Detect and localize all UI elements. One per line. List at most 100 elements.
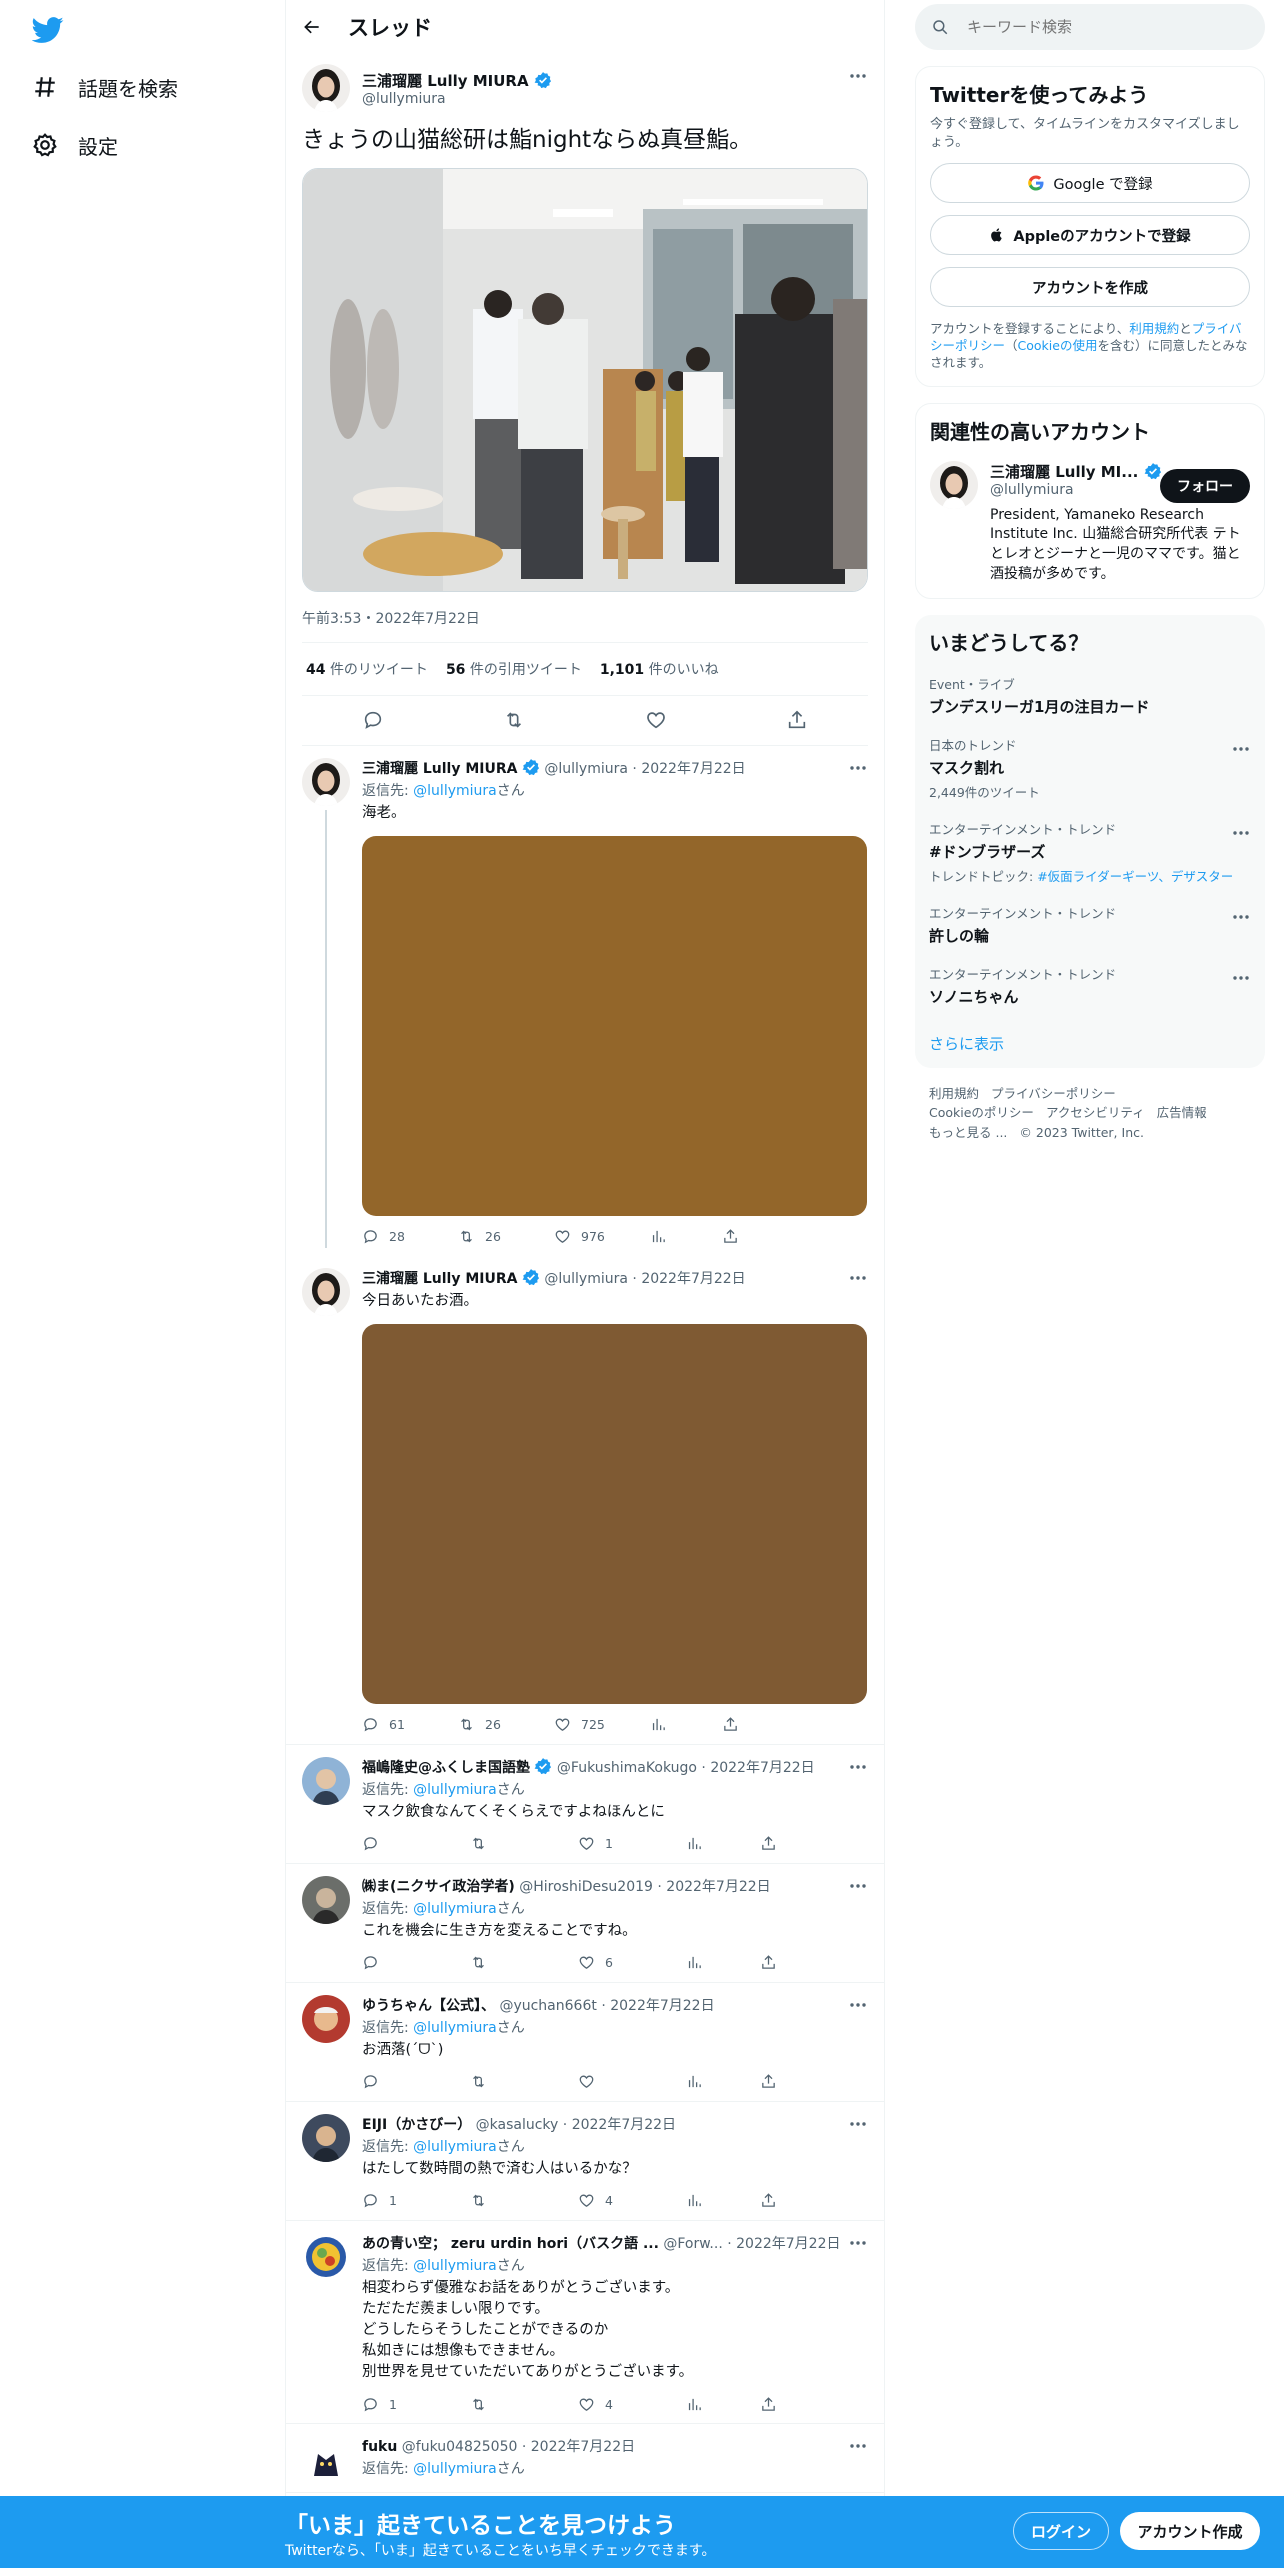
analytics-button[interactable] (650, 1228, 722, 1245)
quote-count[interactable]: 56 件の引用ツイート (446, 659, 582, 679)
trend-item[interactable]: Event・ライブ ブンデスリーガ1月の注目カード (929, 674, 1251, 717)
analytics-button[interactable] (686, 2396, 760, 2413)
author-handle[interactable]: @lullymiura (544, 761, 628, 777)
retweet-button[interactable] (470, 2396, 578, 2413)
like-button[interactable]: 976 (554, 1228, 650, 1245)
search-box[interactable] (915, 4, 1265, 50)
cookie-link[interactable]: Cookieの使用 (1018, 338, 1098, 353)
author-name[interactable]: 三浦瑠麗 Lully MIURA (362, 761, 517, 777)
twitter-logo-icon[interactable] (32, 14, 64, 46)
reply-to-link[interactable]: @lullymiura (413, 2020, 497, 2036)
reply-tweet[interactable]: EIJI（かさびー） @kasalucky · 2022年7月22日 返信先: … (286, 2102, 884, 2221)
author-handle[interactable]: @lullymiura (362, 91, 552, 107)
like-button[interactable]: 6 (578, 1954, 686, 1971)
author-handle[interactable]: @Forw... (663, 2236, 722, 2252)
more-options-icon[interactable] (1231, 739, 1251, 759)
more-options-icon[interactable] (1231, 968, 1251, 988)
reply-tweet[interactable]: 福嶋隆史@ふくしま国語塾 @FukushimaKokugo · 2022年7月2… (286, 1745, 884, 1864)
retweet-button[interactable] (470, 2073, 578, 2090)
more-options-icon[interactable] (848, 2114, 868, 2134)
reply-button[interactable]: 1 (362, 2192, 470, 2209)
reply-button[interactable] (362, 1954, 470, 1971)
author-name[interactable]: 三浦瑠麗 Lully MIURA (362, 72, 529, 90)
more-options-icon[interactable] (848, 1757, 868, 1777)
nav-explore[interactable]: 話題を検索 (32, 67, 178, 107)
trend-item[interactable]: エンターテインメント・トレンド 許しの輪 (929, 903, 1251, 946)
more-options-icon[interactable] (848, 1268, 868, 1288)
author-name[interactable]: ㈱ま(ニクサイ政治学者) (362, 1879, 515, 1895)
avatar[interactable] (302, 2232, 350, 2281)
share-button[interactable] (760, 2073, 856, 2090)
related-name[interactable]: 三浦瑠麗 Lully MI... (990, 463, 1138, 481)
like-button[interactable]: 725 (554, 1716, 650, 1733)
reply-to-link[interactable]: @lullymiura (413, 783, 497, 799)
reply-to-link[interactable]: @lullymiura (413, 2258, 497, 2274)
footer-accessibility[interactable]: アクセシビリティ (1046, 1105, 1145, 1120)
avatar[interactable] (302, 2436, 350, 2485)
reply-button[interactable] (362, 2073, 470, 2090)
avatar[interactable] (302, 1994, 350, 2043)
analytics-button[interactable] (686, 1835, 760, 1852)
share-button[interactable] (760, 1835, 856, 1852)
author-name[interactable]: ゆうちゃん【公式】、 (362, 1998, 495, 2014)
apple-signup-button[interactable]: Appleのアカウントで登録 (930, 215, 1250, 256)
back-arrow-icon[interactable] (302, 17, 322, 37)
author-handle[interactable]: @lullymiura (544, 1271, 628, 1287)
trend-item[interactable]: エンターテインメント・トレンド ソノニちゃん (929, 964, 1251, 1007)
retweet-button[interactable]: 26 (458, 1716, 554, 1733)
tweet-photo[interactable] (362, 835, 867, 1216)
reply-to-link[interactable]: @lullymiura (413, 1901, 497, 1917)
retweet-count[interactable]: 44 件のリツイート (306, 659, 428, 679)
reply-button[interactable]: 61 (362, 1716, 458, 1733)
footer-terms[interactable]: 利用規約 (929, 1086, 979, 1101)
author-name[interactable]: EIJI（かさびー） (362, 2117, 471, 2133)
reply-to-link[interactable]: @lullymiura (413, 2461, 497, 2477)
reply-tweet[interactable]: ゆうちゃん【公式】、 @yuchan666t · 2022年7月22日 返信先:… (286, 1983, 884, 2102)
like-button[interactable]: 4 (578, 2192, 686, 2209)
tweet-date[interactable]: 2022年7月22日 (572, 2117, 676, 2133)
author-name[interactable]: 三浦瑠麗 Lully MIURA (362, 1271, 517, 1287)
author-handle[interactable]: @yuchan666t (499, 1998, 596, 2014)
tweet-photo[interactable] (302, 167, 868, 592)
like-button[interactable]: 4 (578, 2396, 686, 2413)
more-options-icon[interactable] (848, 66, 868, 86)
like-count[interactable]: 1,101 件のいいね (600, 659, 719, 679)
footer-cookie[interactable]: Cookieのポリシー (929, 1105, 1034, 1120)
avatar[interactable] (930, 460, 978, 509)
reply-button[interactable]: 28 (362, 1228, 458, 1245)
author-name[interactable]: あの青い空； zeru urdin hori（バスク語 ... (362, 2236, 659, 2252)
trend-topic-link[interactable]: #仮面ライダーギーツ、デザスター (1037, 869, 1233, 884)
signup-button[interactable]: アカウント作成 (1120, 2512, 1260, 2550)
tweet-date[interactable]: 2022年7月22日 (666, 1879, 770, 1895)
tweet-date[interactable]: 2022年7月22日 (641, 1271, 745, 1287)
author-handle[interactable]: @kasalucky (476, 2117, 559, 2133)
reply-tweet[interactable]: あの青い空； zeru urdin hori（バスク語 ... @Forw...… (286, 2221, 884, 2425)
retweet-button[interactable] (470, 1954, 578, 1971)
author-handle[interactable]: @fuku04825050 (402, 2439, 518, 2455)
reply-tweet[interactable]: fuku @fuku04825050 · 2022年7月22日 返信先: @lu… (286, 2424, 884, 2494)
author-name[interactable]: 福嶋隆史@ふくしま国語塾 (362, 1760, 530, 1776)
terms-link[interactable]: 利用規約 (1129, 321, 1179, 336)
analytics-button[interactable] (686, 1954, 760, 1971)
like-button[interactable] (578, 2073, 686, 2090)
tweet-photo[interactable] (362, 1323, 867, 1704)
share-icon[interactable] (786, 709, 808, 731)
avatar[interactable] (302, 1267, 350, 1316)
show-more-link[interactable]: さらに表示 (929, 1033, 1251, 1054)
author-name[interactable]: fuku (362, 2439, 397, 2455)
reply-icon[interactable] (362, 709, 384, 731)
thread-tweet[interactable]: 三浦瑠麗 Lully MIURA @lullymiura · 2022年7月22… (286, 1256, 884, 1745)
tweet-date[interactable]: 2022年7月22日 (710, 1760, 814, 1776)
reply-tweet[interactable]: ㈱ま(ニクサイ政治学者) @HiroshiDesu2019 · 2022年7月2… (286, 1864, 884, 1983)
like-icon[interactable] (645, 709, 667, 731)
retweet-icon[interactable] (503, 709, 525, 731)
more-options-icon[interactable] (848, 758, 868, 778)
search-input[interactable] (967, 18, 1227, 36)
follow-button[interactable]: フォロー (1160, 468, 1250, 503)
trend-item[interactable]: 日本のトレンド マスク割れ 2,449件のツイート (929, 735, 1251, 801)
more-options-icon[interactable] (848, 2233, 868, 2253)
tweet-date[interactable]: 2022年7月22日 (610, 1998, 714, 2014)
tweet-date[interactable]: 2022年7月22日 (531, 2439, 635, 2455)
nav-settings[interactable]: 設定 (32, 125, 118, 165)
retweet-button[interactable]: 26 (458, 1228, 554, 1245)
